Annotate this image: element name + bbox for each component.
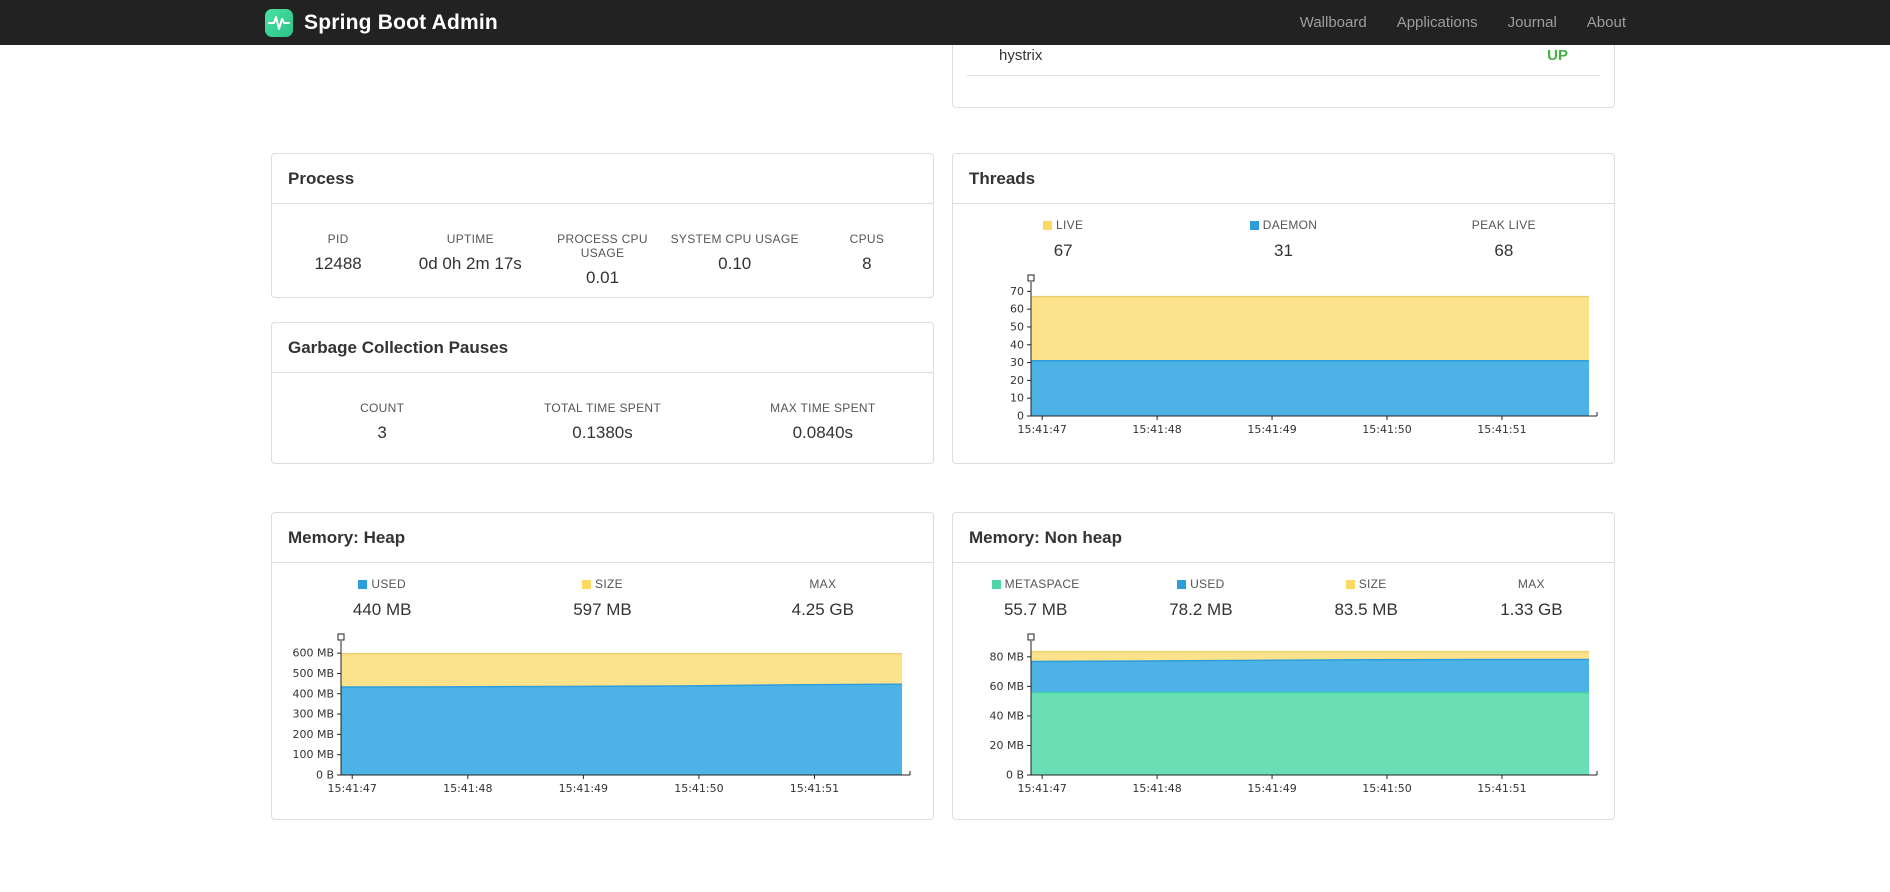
nav-about[interactable]: About (1587, 14, 1626, 31)
legend-peak-live: PEAK LIVE 68 (1471, 218, 1536, 260)
application-name: hystrix (999, 47, 1043, 64)
svg-text:15:41:50: 15:41:50 (674, 782, 723, 795)
process-panel: Process PID 12488 UPTIME 0d 0h 2m 17s PR… (271, 153, 934, 298)
brand-link[interactable]: Spring Boot Admin (264, 8, 498, 38)
used-swatch-icon (1177, 579, 1187, 589)
stat-process-cpu: PROCESS CPU USAGE 0.01 (557, 232, 648, 287)
svg-text:0 B: 0 B (1006, 769, 1024, 782)
brand-title: Spring Boot Admin (304, 10, 498, 34)
nonheap-legend: METASPACE 55.7 MB USED 78.2 MB SIZE 83.5… (953, 577, 1614, 625)
svg-text:80 MB: 80 MB (989, 650, 1024, 663)
svg-text:40 MB: 40 MB (989, 709, 1024, 722)
svg-text:15:41:48: 15:41:48 (1132, 782, 1181, 795)
nav-applications[interactable]: Applications (1397, 14, 1478, 31)
stat-gc-total-time: TOTAL TIME SPENT 0.1380s (543, 401, 662, 442)
legend-nonheap-size: SIZE 83.5 MB (1334, 577, 1398, 619)
stat-system-cpu: SYSTEM CPU USAGE 0.10 (670, 232, 799, 273)
daemon-swatch-icon (1249, 220, 1259, 230)
gc-panel-title: Garbage Collection Pauses (272, 323, 933, 373)
svg-text:15:41:48: 15:41:48 (443, 782, 492, 795)
svg-text:15:41:47: 15:41:47 (1017, 782, 1066, 795)
legend-nonheap-max: MAX 1.33 GB (1500, 577, 1563, 619)
svg-text:15:41:48: 15:41:48 (1132, 423, 1181, 436)
memory-nonheap-chart: 0 B 20 MB 40 MB 60 MB 80 MB 15:41:47 15:41:48 1… (989, 633, 1598, 795)
top-navbar: Spring Boot Admin Wallboard Applications… (0, 0, 1890, 45)
svg-text:15:41:50: 15:41:50 (1362, 423, 1411, 436)
heap-panel-title: Memory: Heap (272, 513, 933, 563)
svg-text:0 B: 0 B (316, 769, 334, 782)
stat-cpus: CPUS 8 (849, 232, 885, 273)
svg-text:20 MB: 20 MB (989, 739, 1024, 752)
stat-gc-max-time: MAX TIME SPENT 0.0840s (770, 401, 876, 442)
legend-metaspace: METASPACE 55.7 MB (953, 577, 1118, 625)
svg-text:300 MB: 300 MB (292, 708, 334, 721)
nonheap-panel-title: Memory: Non heap (953, 513, 1614, 563)
process-stats: PID 12488 UPTIME 0d 0h 2m 17s PROCESS CP… (272, 232, 933, 288)
svg-text:600 MB: 600 MB (292, 647, 334, 660)
svg-text:30: 30 (1010, 356, 1024, 369)
svg-text:10: 10 (1010, 392, 1024, 405)
svg-text:15:41:49: 15:41:49 (559, 782, 608, 795)
size-swatch-icon (582, 579, 592, 589)
svg-text:15:41:49: 15:41:49 (1247, 782, 1296, 795)
nav-links: Wallboard Applications Journal About (1300, 14, 1626, 31)
svg-text:400 MB: 400 MB (292, 687, 334, 700)
heap-legend: USED 440 MB SIZE 597 MB MAX 4.25 GB (272, 577, 933, 625)
size-swatch-icon (1345, 579, 1355, 589)
svg-text:70: 70 (1010, 285, 1024, 298)
svg-text:20: 20 (1010, 374, 1024, 387)
legend-heap-size: SIZE 597 MB (573, 577, 632, 619)
svg-text:15:41:49: 15:41:49 (1247, 423, 1296, 436)
spring-boot-admin-logo-icon (264, 8, 294, 38)
threads-panel-title: Threads (953, 154, 1614, 204)
memory-heap-chart: 0 B 100 MB 200 MB 300 MB 400 MB 500 MB 600 MB 1… (292, 633, 911, 795)
legend-heap-max: MAX 4.25 GB (791, 577, 854, 619)
live-swatch-icon (1043, 220, 1053, 230)
stat-pid: PID 12488 (314, 232, 362, 273)
svg-text:15:41:51: 15:41:51 (790, 782, 839, 795)
status-badge: UP (1547, 47, 1568, 64)
svg-text:200 MB: 200 MB (292, 728, 334, 741)
nav-wallboard[interactable]: Wallboard (1300, 14, 1367, 31)
svg-text:15:41:51: 15:41:51 (1477, 423, 1526, 436)
gc-pauses-panel: Garbage Collection Pauses COUNT 3 TOTAL … (271, 322, 934, 464)
nav-journal[interactable]: Journal (1508, 14, 1557, 31)
svg-text:40: 40 (1010, 338, 1024, 351)
threads-panel: Threads LIVE 67 DAEMON 31 PEAK LIVE 68 0… (952, 153, 1615, 464)
threads-legend: LIVE 67 DAEMON 31 PEAK LIVE 68 (953, 218, 1614, 266)
stat-uptime: UPTIME 0d 0h 2m 17s (418, 232, 522, 273)
svg-text:15:41:47: 15:41:47 (1017, 423, 1066, 436)
metaspace-swatch-icon (991, 579, 1001, 589)
process-panel-title: Process (272, 154, 933, 204)
memory-heap-panel: Memory: Heap USED 440 MB SIZE 597 MB MAX… (271, 512, 934, 820)
gc-stats: COUNT 3 TOTAL TIME SPENT 0.1380s MAX TIM… (272, 401, 933, 443)
svg-text:15:41:51: 15:41:51 (1477, 782, 1526, 795)
legend-nonheap-used: USED 78.2 MB (1169, 577, 1233, 619)
svg-text:500 MB: 500 MB (292, 667, 334, 680)
spring-boot-admin-page: hystrix UP Process PID 12488 UPTIME 0d 0… (0, 0, 1890, 892)
svg-text:15:41:47: 15:41:47 (328, 782, 377, 795)
svg-text:100 MB: 100 MB (292, 748, 334, 761)
memory-nonheap-panel: Memory: Non heap METASPACE 55.7 MB USED … (952, 512, 1615, 820)
svg-text:60 MB: 60 MB (989, 680, 1024, 693)
legend-live: LIVE 67 (953, 218, 1173, 266)
svg-text:50: 50 (1010, 320, 1024, 333)
svg-text:0: 0 (1017, 410, 1024, 423)
legend-daemon: DAEMON 31 (1173, 218, 1393, 266)
svg-text:60: 60 (1010, 303, 1024, 316)
used-swatch-icon (358, 579, 368, 589)
legend-heap-used: USED 440 MB (352, 577, 412, 619)
threads-chart: 0 10 20 30 40 50 60 70 15:41:47 15:41:48 15:41:49 1… (1010, 274, 1598, 436)
stat-gc-count: COUNT 3 (360, 401, 405, 442)
svg-text:15:41:50: 15:41:50 (1362, 782, 1411, 795)
